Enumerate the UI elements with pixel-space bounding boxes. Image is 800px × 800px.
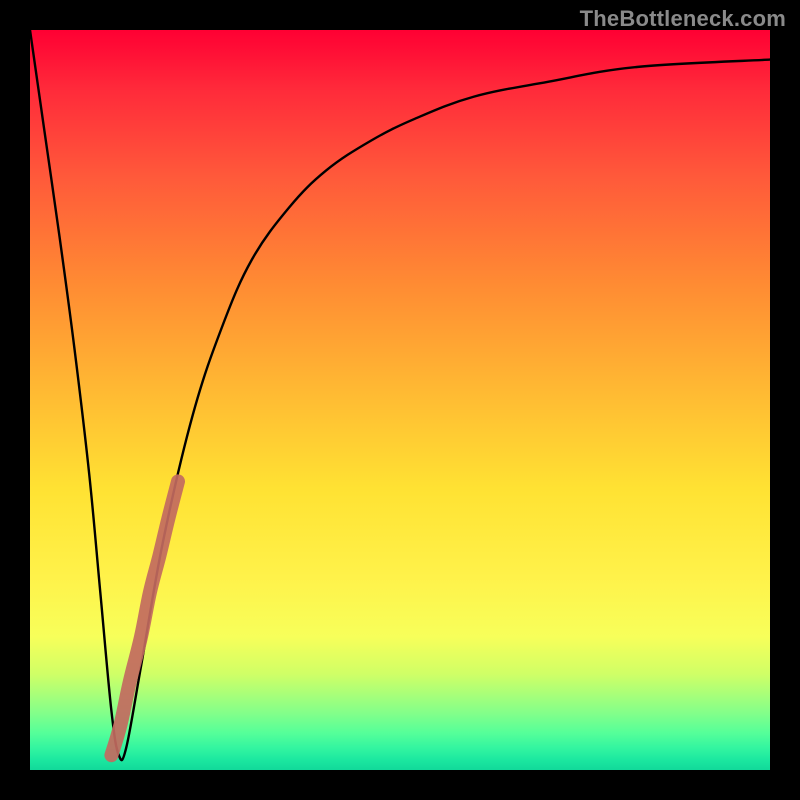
chart-svg	[30, 30, 770, 770]
watermark-text: TheBottleneck.com	[580, 6, 786, 32]
plot-area	[30, 30, 770, 770]
chart-frame: TheBottleneck.com	[0, 0, 800, 800]
highlight-segment	[111, 481, 178, 755]
